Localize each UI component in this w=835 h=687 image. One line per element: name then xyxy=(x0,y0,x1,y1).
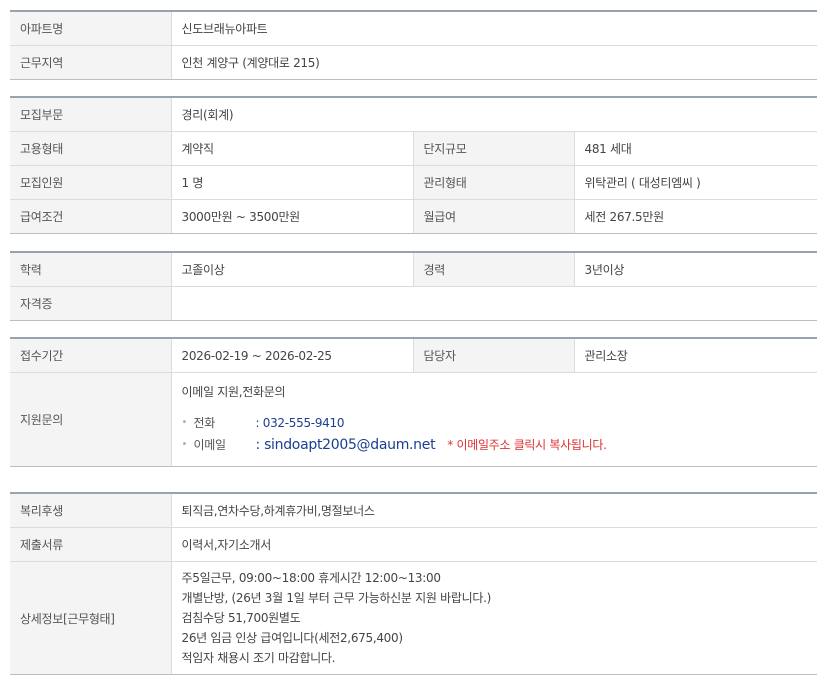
contact-list: • 전화 : 032-555-9410 • 이메일 : sindoapt2005… xyxy=(182,412,808,456)
detail-cell: 주5일근무, 09:00~18:00 휴게시간 12:00~13:00 개별난방… xyxy=(170,561,817,675)
apt-name-value: 신도브래뉴아파트 xyxy=(170,11,817,46)
documents-label: 제출서류 xyxy=(10,527,171,562)
recruit-count-label: 모집인원 xyxy=(10,165,171,200)
recruit-count-value: 1 명 xyxy=(170,165,413,200)
employ-type-value: 계약직 xyxy=(170,131,413,166)
period-value: 2026-02-19 ~ 2026-02-25 xyxy=(170,338,413,373)
email-copy-notice: * 이메일주소 클릭시 복사됩니다. xyxy=(447,438,607,452)
career-value: 3년이상 xyxy=(573,252,817,287)
table-row: 복리후생 퇴직금,연차수당,하계휴가비,명절보너스 xyxy=(10,493,817,528)
certificate-value xyxy=(170,286,817,321)
table-row: 자격증 xyxy=(10,286,817,321)
welfare-label: 복리후생 xyxy=(10,493,171,528)
region-value: 인천 계양구 (계양대로 215) xyxy=(170,45,817,80)
detail-label: 상세정보[근무형태] xyxy=(10,561,171,675)
manage-type-value: 위탁관리 ( 대성티엠씨 ) xyxy=(573,165,817,200)
complex-scale-value: 481 세대 xyxy=(573,131,817,166)
detail-line: 적임자 채용시 조기 마감합니다. xyxy=(181,651,336,665)
bullet-icon: • xyxy=(181,417,188,428)
bullet-icon: • xyxy=(181,439,188,450)
phone-value[interactable]: : 032-555-9410 xyxy=(256,412,345,434)
table-row: 지원문의 이메일 지원,전화문의 • 전화 : 032-555-9410 • 이… xyxy=(10,372,817,467)
apt-name-label: 아파트명 xyxy=(10,11,171,46)
table-row: 모집인원 1 명 관리형태 위탁관리 ( 대성티엠씨 ) xyxy=(10,165,817,200)
recruit-info-table: 모집부문 경리(회계) 고용형태 계약직 단지규모 481 세대 모집인원 1 … xyxy=(10,96,817,234)
salary-label: 급여조건 xyxy=(10,199,171,234)
period-label: 접수기간 xyxy=(10,338,171,373)
detail-line: 주5일근무, 09:00~18:00 휴게시간 12:00~13:00 xyxy=(181,571,441,585)
detail-line: 26년 임금 인상 급여입니다(세전2,675,400) xyxy=(181,631,404,645)
table-row: 상세정보[근무형태] 주5일근무, 09:00~18:00 휴게시간 12:00… xyxy=(10,561,817,675)
contact-phone-item: • 전화 : 032-555-9410 xyxy=(182,412,808,434)
employ-type-label: 고용형태 xyxy=(10,131,171,166)
table-row: 모집부문 경리(회계) xyxy=(10,97,817,132)
inquiry-value: 이메일 지원,전화문의 xyxy=(181,385,286,399)
inquiry-label: 지원문의 xyxy=(10,372,171,467)
basic-info-table: 아파트명 신도브래뉴아파트 근무지역 인천 계양구 (계양대로 215) xyxy=(10,10,817,80)
table-row: 근무지역 인천 계양구 (계양대로 215) xyxy=(10,45,817,80)
qualification-table: 학력 고졸이상 경력 3년이상 자격증 xyxy=(10,251,817,321)
career-label: 경력 xyxy=(412,252,574,287)
application-table: 접수기간 2026-02-19 ~ 2026-02-25 담당자 관리소장 지원… xyxy=(10,337,817,467)
inquiry-cell: 이메일 지원,전화문의 • 전화 : 032-555-9410 • 이메일 : … xyxy=(170,372,817,467)
certificate-label: 자격증 xyxy=(10,286,171,321)
table-row: 아파트명 신도브래뉴아파트 xyxy=(10,11,817,46)
table-row: 접수기간 2026-02-19 ~ 2026-02-25 담당자 관리소장 xyxy=(10,338,817,373)
monthly-pay-value: 세전 267.5만원 xyxy=(573,199,817,234)
table-row: 고용형태 계약직 단지규모 481 세대 xyxy=(10,131,817,166)
job-posting-detail: 아파트명 신도브래뉴아파트 근무지역 인천 계양구 (계양대로 215) 모집부… xyxy=(0,0,835,687)
welfare-value: 퇴직금,연차수당,하계휴가비,명절보너스 xyxy=(170,493,817,528)
table-row: 급여조건 3000만원 ~ 3500만원 월급여 세전 267.5만원 xyxy=(10,199,817,234)
dept-label: 모집부문 xyxy=(10,97,171,132)
manage-type-label: 관리형태 xyxy=(412,165,574,200)
salary-value: 3000만원 ~ 3500만원 xyxy=(170,199,413,234)
detail-line: 개별난방, (26년 3월 1일 부터 근무 가능하신분 지원 바랍니다.) xyxy=(181,591,492,605)
region-label: 근무지역 xyxy=(10,45,171,80)
contact-email-item: • 이메일 : sindoapt2005@daum.net * 이메일주소 클릭… xyxy=(182,434,808,456)
monthly-pay-label: 월급여 xyxy=(412,199,574,234)
phone-key: 전화 xyxy=(193,416,216,430)
detail-line: 검침수당 51,700원별도 xyxy=(181,611,301,625)
complex-scale-label: 단지규모 xyxy=(412,131,574,166)
manager-value: 관리소장 xyxy=(573,338,817,373)
documents-value: 이력서,자기소개서 xyxy=(170,527,817,562)
email-key: 이메일 xyxy=(193,438,227,452)
education-value: 고졸이상 xyxy=(170,252,413,287)
dept-value: 경리(회계) xyxy=(170,97,817,132)
welfare-detail-table: 복리후생 퇴직금,연차수당,하계휴가비,명절보너스 제출서류 이력서,자기소개서… xyxy=(10,492,817,675)
table-row: 제출서류 이력서,자기소개서 xyxy=(10,527,817,562)
manager-label: 담당자 xyxy=(412,338,574,373)
table-row: 학력 고졸이상 경력 3년이상 xyxy=(10,252,817,287)
email-link[interactable]: : sindoapt2005@daum.net xyxy=(256,434,436,456)
education-label: 학력 xyxy=(10,252,171,287)
